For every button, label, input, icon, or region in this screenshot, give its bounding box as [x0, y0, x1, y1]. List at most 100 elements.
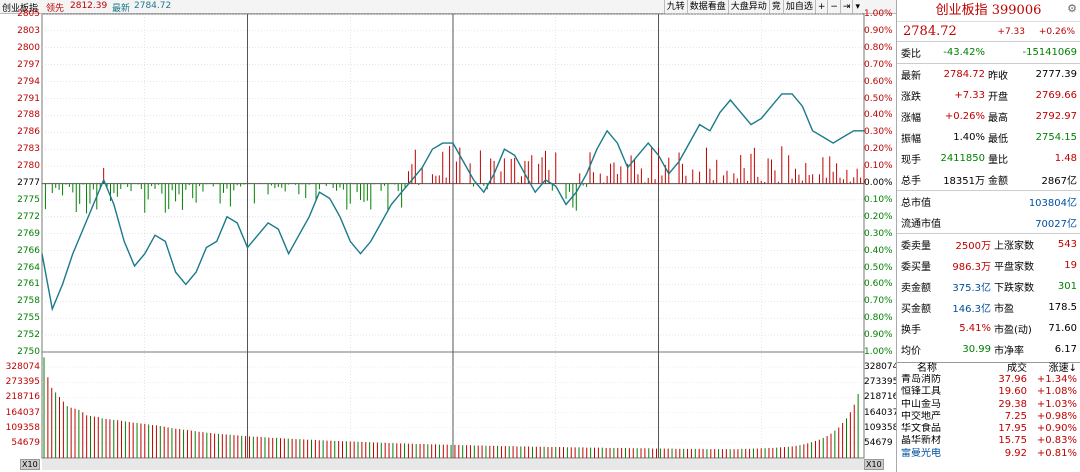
volume-tick-label: 218716 [5, 392, 40, 403]
stock-row[interactable]: 雷曼光电 9.92 +0.81% [897, 448, 1080, 460]
volume-scale-left: X10 [20, 459, 40, 470]
order-label-2: 上涨家数 [994, 241, 1034, 252]
quote-row: 委买量 986.3万 平盘家数 19 [897, 255, 1080, 276]
weibi-label: 委比 [901, 49, 921, 60]
volume-tick-label-right: 109358 [864, 422, 899, 433]
volume-tick-label-right: 218716 [864, 392, 899, 403]
quote-label-2: 开盘 [988, 92, 1008, 103]
current-price: 2784.72 [903, 24, 957, 39]
weibi-value: -15141069 [1022, 47, 1077, 58]
order-label: 换手 [901, 325, 921, 336]
volume-tick-label-right: 273395 [864, 377, 899, 388]
price-tick-label: 2805 [17, 9, 40, 19]
quote-value: +0.26% [944, 111, 985, 122]
price-change-pct: +0.26% [1038, 26, 1075, 37]
pct-tick-label: 0.70% [864, 296, 893, 307]
price-tick-label: 2786 [17, 127, 40, 138]
intraday-chart [41, 13, 865, 459]
stock-row[interactable]: 中交地产 7.25 +0.98% [897, 411, 1080, 423]
stock-row[interactable]: 中山金马 29.38 +1.03% [897, 399, 1080, 411]
panel-title: 创业板指 399006 [897, 0, 1080, 22]
pct-tick-label: 0.40% [864, 245, 893, 256]
order-value-2: 178.5 [1048, 302, 1077, 313]
stock-row[interactable]: 晶华新材 15.75 +0.83% [897, 435, 1080, 447]
volume-tick-label: 109358 [5, 422, 40, 433]
quote-panel: 创业板指 399006 ⚙ 2784.72 +7.33 +0.26% 委比 -4… [896, 0, 1080, 472]
stock-name: 青岛消防 [901, 374, 941, 385]
stock-price: 19.60 [998, 386, 1027, 398]
quote-value-2: 2777.39 [1035, 69, 1077, 80]
stock-price: 37.96 [998, 374, 1027, 385]
stock-speed: +1.03% [1036, 398, 1077, 410]
cap-value: 70027亿 [1035, 219, 1077, 230]
order-label-2: 市盈(动) [994, 325, 1032, 336]
pct-tick-label: 0.10% [864, 194, 893, 205]
quote-label: 现手 [901, 155, 921, 166]
stock-list-header: 名称 成交 涨速↓ [897, 362, 1080, 374]
col-speed[interactable]: 涨速↓ [1027, 363, 1080, 374]
order-value-2: 301 [1057, 281, 1077, 292]
weibi-row: 委比 -43.42% -15141069 [897, 42, 1080, 63]
volume-tick-label-right: 328074 [864, 362, 899, 373]
order-rows: 委卖量 2500万 上涨家数 543 委买量 986.3万 平盘家数 19 卖金额 375.3亿下… [897, 234, 1080, 360]
order-value: 30.99 [962, 344, 991, 355]
pct-tick-label: 1.00% [864, 347, 893, 357]
order-value: 5.41% [959, 323, 991, 334]
price-tick-label: 2758 [17, 296, 40, 307]
price-tick-label: 2797 [17, 59, 40, 70]
volume-tick-label-right: 164037 [864, 407, 899, 418]
quote-label: 涨跌 [901, 92, 921, 103]
stock-name: 晶华新材 [901, 435, 941, 447]
stock-speed: +0.90% [1036, 423, 1077, 435]
quote-label: 振幅 [901, 134, 921, 145]
cap-value: 103804亿 [1028, 198, 1077, 209]
pct-tick-label: 0.80% [864, 313, 893, 324]
weibi-pct: -43.42% [943, 47, 985, 58]
stock-row[interactable]: 青岛消防 37.96 +1.34% [897, 374, 1080, 386]
quote-row: 换手 5.41% 市盈(动) 71.60 [897, 318, 1080, 339]
price-tick-label: 2803 [17, 25, 40, 36]
pct-tick-label: 0.00% [864, 178, 893, 188]
volume-scale-right: X10 [864, 459, 884, 470]
order-value: 146.3亿 [952, 304, 991, 315]
order-label-2: 平盘家数 [994, 262, 1034, 273]
stock-list: 青岛消防 37.96 +1.34% 恒锋工具 19.60 +1.08% 中山金马 29.38 +… [897, 374, 1080, 460]
price-tick-label: 2777 [17, 178, 40, 188]
stock-price: 17.95 [998, 423, 1027, 435]
order-value: 375.3亿 [952, 283, 991, 294]
quote-label-2: 昨收 [988, 71, 1008, 82]
price-tick-label: 2780 [17, 161, 40, 172]
quote-row: 最新 2784.72 昨收 2777.39 [897, 64, 1080, 85]
quote-row: 振幅 1.40% 最低 2754.15 [897, 127, 1080, 148]
volume-tick-label: 54679 [11, 437, 40, 448]
stock-row[interactable]: 华文食品 17.95 +0.90% [897, 423, 1080, 435]
cap-rows: 总市值 103804亿流通市值 70027亿 [897, 191, 1080, 233]
price-tick-label: 2766 [17, 245, 40, 256]
quote-row: 涨跌 +7.33 开盘 2769.66 [897, 85, 1080, 106]
quote-row: 总市值 103804亿 [897, 191, 1080, 212]
gear-icon[interactable]: ⚙ [1067, 2, 1077, 15]
stock-name: 中山金马 [901, 398, 941, 410]
price-tick-label: 2772 [17, 211, 40, 222]
quote-row: 流通市值 70027亿 [897, 212, 1080, 233]
quote-row: 现手 2411850 量比 1.48 [897, 148, 1080, 169]
quote-label-2: 金额 [988, 176, 1008, 187]
order-value: 2500万 [955, 241, 991, 252]
pct-tick-label: 0.30% [864, 127, 893, 138]
col-name: 名称 [917, 363, 937, 374]
pct-tick-label: 0.10% [864, 161, 893, 172]
quote-value: +7.33 [954, 90, 985, 101]
pct-tick-label: 0.50% [864, 262, 893, 273]
order-value: 986.3万 [952, 262, 991, 273]
time-scrollbar[interactable] [42, 458, 864, 470]
quote-row: 委卖量 2500万 上涨家数 543 [897, 234, 1080, 255]
volume-tick-label-right: 54679 [864, 437, 893, 448]
stock-row[interactable]: 恒锋工具 19.60 +1.08% [897, 386, 1080, 398]
price-tick-label: 2752 [17, 330, 40, 341]
stock-speed: +1.08% [1036, 386, 1077, 398]
price-tick-label: 2783 [17, 144, 40, 155]
quote-label: 总手 [901, 176, 921, 187]
stock-name: 雷曼光电 [901, 447, 941, 459]
price-tick-label: 2788 [17, 110, 40, 121]
cap-label: 总市值 [901, 198, 931, 209]
